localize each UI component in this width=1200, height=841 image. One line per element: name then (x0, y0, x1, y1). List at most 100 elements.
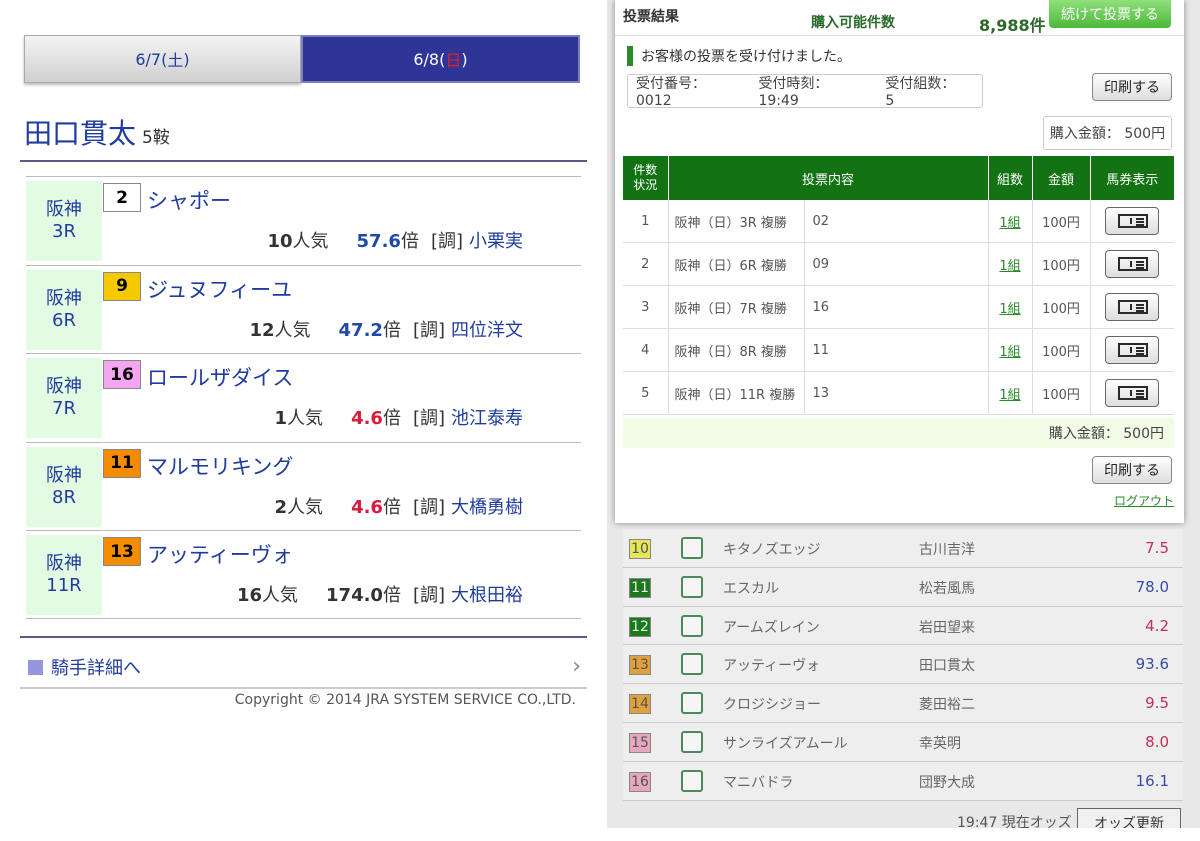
select-checkbox[interactable] (681, 730, 703, 753)
horse-number: 11 (103, 448, 141, 478)
bet-sets-link[interactable]: 1組 (988, 371, 1033, 416)
horse-number: 14 (629, 694, 651, 715)
ticket-cell (1090, 200, 1174, 244)
ride-row[interactable]: 阪神 7R 16 ロールザダイス 1人気 4.6倍 [調] 池江泰寿 (26, 353, 581, 442)
tab-date-sat[interactable]: 6/7(土) (24, 35, 301, 83)
accepted-message: お客様の投票を受け付けました。 (627, 46, 851, 66)
divider (20, 636, 587, 638)
divider (20, 160, 587, 162)
odds: 57.6倍 (356, 231, 419, 252)
odds-value: 78.0 (1135, 577, 1169, 596)
bet-index: 2 (623, 242, 669, 287)
odds-row: 12 アームズレイン 岩田望来 4.2 (623, 606, 1183, 646)
bet-content: 阪神（日）3R 複勝 02 (668, 200, 989, 244)
trainer-name[interactable]: 小栗実 (469, 227, 523, 253)
bet-table-header: 件数 状況 投票内容 組数 金額 馬券表示 (623, 156, 1174, 200)
odds-update-button[interactable]: オッズ更新 (1077, 808, 1181, 828)
jockey-title: 田口貫太 5鞍 (24, 112, 170, 152)
vote-screen: 10 キタノズエッジ 古川吉洋 7.5 11 エスカル 松若風馬 78.0 12 アームズレイン 岩… (607, 0, 1200, 828)
bet-sets-link[interactable]: 1組 (988, 200, 1033, 244)
horse-name[interactable]: ジュヌフィーユ (147, 274, 292, 304)
horse-number: 13 (103, 537, 141, 567)
ticket-cell (1090, 371, 1174, 416)
horse-name[interactable]: シャポー (147, 185, 231, 215)
jockey-name: 団野大成 (919, 774, 975, 791)
bet-sets-link[interactable]: 1組 (988, 242, 1033, 287)
logout-link[interactable]: ログアウト (1114, 492, 1174, 509)
available-label: 購入可能件数 (811, 15, 895, 31)
ride-row[interactable]: 阪神 3R 2 シャポー 10人気 57.6倍 [調] 小栗実 (26, 176, 581, 265)
trainer-name[interactable]: 四位洋文 (451, 316, 523, 342)
ride-row[interactable]: 阪神 6R 9 ジュヌフィーユ 12人気 47.2倍 [調] 四位洋文 (26, 264, 581, 354)
select-checkbox[interactable] (681, 769, 703, 792)
ticket-view-button[interactable] (1105, 293, 1160, 322)
continue-vote-button[interactable]: 続けて投票する (1049, 0, 1171, 28)
horse-number: 16 (103, 360, 141, 390)
bet-sets-link[interactable]: 1組 (988, 285, 1033, 330)
ticket-icon (1118, 300, 1149, 315)
odds-value: 9.5 (1145, 694, 1169, 713)
select-checkbox[interactable] (681, 692, 703, 715)
accent-bar (627, 46, 633, 66)
ticket-view-button[interactable] (1105, 336, 1160, 365)
print-button-bottom[interactable]: 印刷する (1092, 456, 1172, 484)
bet-amount: 100円 (1032, 371, 1091, 416)
odds-row: 13 アッティーヴォ 田口貫太 93.6 (623, 645, 1183, 685)
ticket-icon (1118, 386, 1149, 401)
trainer-name[interactable]: 大橋勇樹 (451, 493, 523, 519)
horse-number: 15 (629, 732, 651, 753)
bet-content: 阪神（日）11R 複勝 13 (668, 371, 989, 416)
ticket-view-button[interactable] (1105, 379, 1160, 408)
purchase-amount-total: 購入金額： 500円 (623, 418, 1174, 448)
trainer-name[interactable]: 池江泰寿 (451, 404, 523, 430)
horse-name: アームズレイン (723, 619, 820, 636)
horse-name: サンライズアムール (723, 735, 848, 752)
select-checkbox[interactable] (681, 537, 703, 559)
ride-stats: 10人気 57.6倍 [調] 小栗実 (267, 227, 523, 253)
bet-row: 1 阪神（日）3R 複勝 02 1組 100円 (623, 200, 1174, 244)
select-checkbox[interactable] (681, 575, 703, 598)
horse-number: 13 (629, 655, 651, 676)
tab-date-sun[interactable]: 6/8(日) (301, 35, 580, 83)
bet-amount: 100円 (1032, 242, 1091, 287)
ticket-cell (1090, 328, 1174, 373)
select-checkbox[interactable] (681, 614, 703, 637)
race-label: 阪神 8R (26, 446, 102, 527)
purchase-amount-top: 購入金額： 500円 (1043, 116, 1172, 150)
jockey-name: 松若風馬 (919, 580, 975, 597)
ticket-view-button[interactable] (1105, 207, 1160, 236)
trainer-tag: [調] (430, 231, 463, 252)
odds: 174.0倍 (326, 585, 401, 607)
odds: 4.6倍 (351, 496, 401, 518)
horse-name: エスカル (723, 580, 779, 597)
ride-row[interactable]: 阪神 11R 13 アッティーヴォ 16人気 174.0倍 [調] 大根田裕 (26, 530, 581, 619)
race-label: 阪神 7R (26, 358, 102, 439)
horse-number: 10 (629, 539, 651, 559)
header-status: 件数 状況 (623, 156, 669, 200)
ticket-cell (1090, 285, 1174, 330)
ticket-cell (1090, 242, 1174, 287)
ride-stats: 16人気 174.0倍 [調] 大根田裕 (237, 581, 523, 607)
odds-value: 93.6 (1135, 655, 1169, 674)
horse-name[interactable]: ロールザダイス (147, 362, 293, 392)
select-checkbox[interactable] (681, 653, 703, 676)
race-label: 阪神 11R (26, 535, 102, 616)
bet-index: 3 (623, 285, 669, 330)
odds-row: 15 サンライズアムール 幸英明 8.0 (623, 722, 1183, 762)
horse-number: 16 (629, 771, 651, 792)
bet-sets-link[interactable]: 1組 (988, 328, 1033, 373)
receipt-time: 受付時刻： 19:49 (758, 76, 829, 109)
jockey-detail-link[interactable]: 騎手詳細へ › (28, 654, 581, 680)
bet-row: 4 阪神（日）8R 複勝 11 1組 100円 (623, 328, 1174, 373)
ticket-view-button[interactable] (1105, 250, 1160, 279)
receipt-number: 受付番号： 0012 (636, 76, 706, 109)
header-ticket: 馬券表示 (1090, 156, 1174, 200)
print-button-top[interactable]: 印刷する (1092, 73, 1172, 101)
ride-row[interactable]: 阪神 8R 11 マルモリキング 2人気 4.6倍 [調] 大橋勇樹 (26, 441, 581, 531)
modal-title: 投票結果 (623, 9, 679, 25)
horse-name[interactable]: マルモリキング (147, 451, 293, 481)
odds-value: 7.5 (1145, 539, 1169, 557)
trainer-name[interactable]: 大根田裕 (451, 581, 523, 607)
horse-name[interactable]: アッティーヴォ (147, 539, 293, 569)
odds-row: 10 キタノズエッジ 古川吉洋 7.5 (623, 529, 1183, 568)
